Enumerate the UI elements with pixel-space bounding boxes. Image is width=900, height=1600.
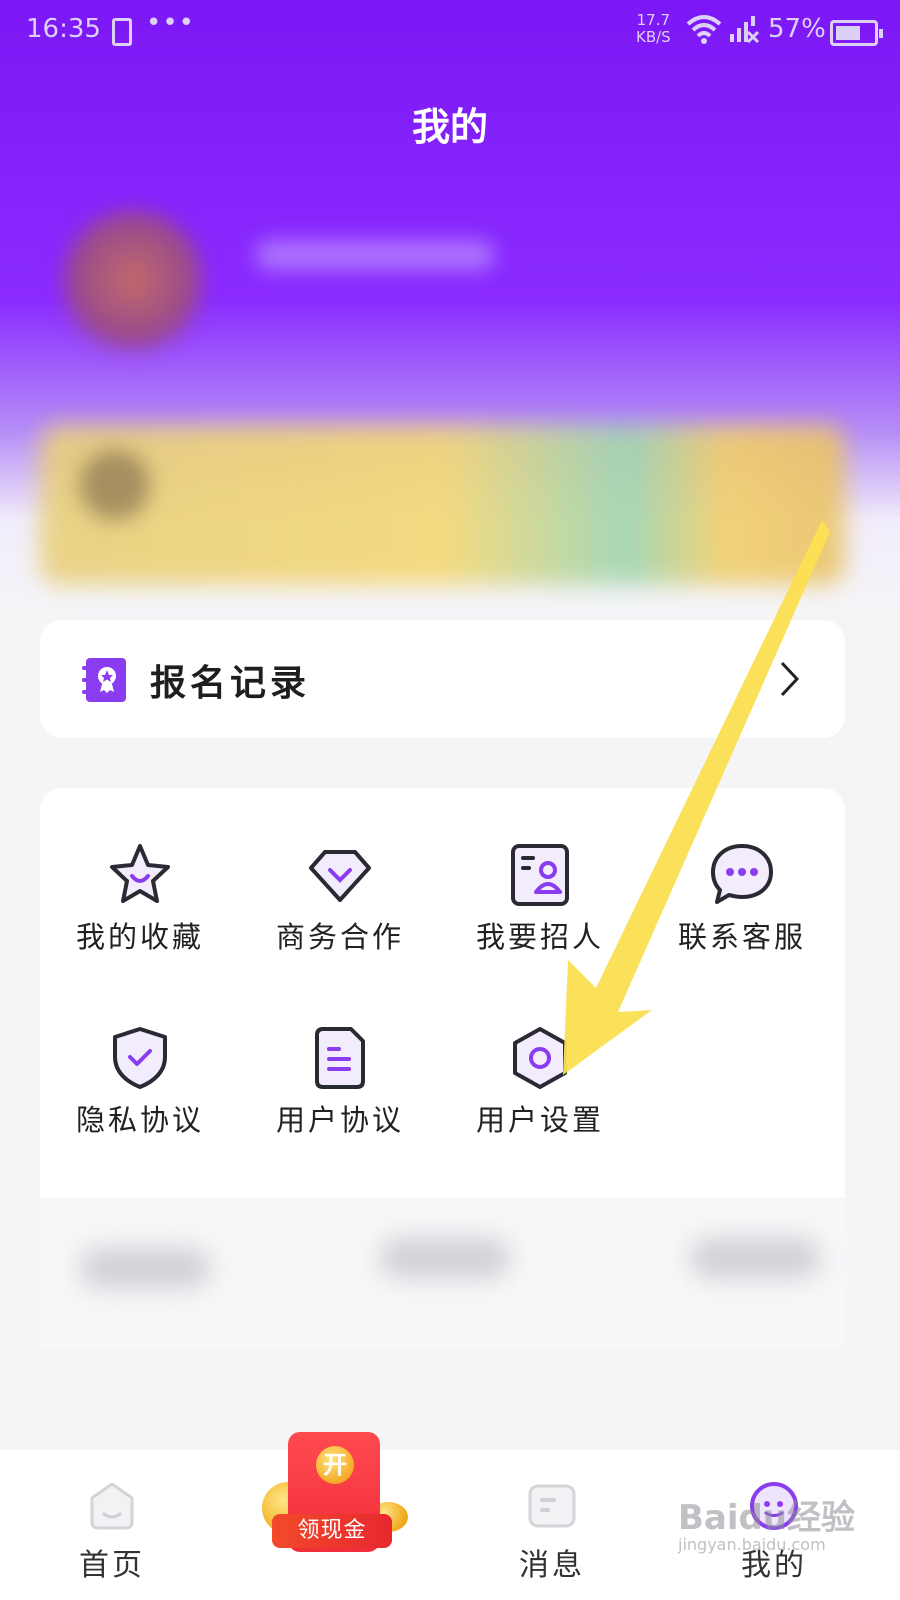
- menu-item-customer-service[interactable]: 联系客服: [652, 840, 832, 956]
- id-card-icon: [505, 840, 575, 910]
- network-speed: 17.7 KB/S: [636, 12, 671, 46]
- signal-no-service-icon: [730, 16, 760, 51]
- tab-label: 首页: [79, 1548, 145, 1583]
- promo-banner-blurred[interactable]: [40, 425, 845, 585]
- tab-home[interactable]: 首页: [52, 1480, 172, 1584]
- registration-record-row[interactable]: 报名记录: [40, 620, 845, 738]
- menu-item-label: 我要招人: [475, 920, 604, 954]
- menu-item-favorites[interactable]: 我的收藏: [50, 840, 230, 956]
- certificate-book-icon: [80, 656, 128, 708]
- avatar[interactable]: [58, 205, 208, 355]
- document-icon: [305, 1023, 375, 1093]
- vibrate-icon: [112, 18, 132, 46]
- menu-item-privacy[interactable]: 隐私协议: [50, 1023, 230, 1139]
- feature-grid: 我的收藏 商务合作 我要招人 联系客服 隐私协议 用户协议 用户设置: [40, 788, 845, 1198]
- menu-item-label: 隐私协议: [75, 1103, 204, 1137]
- tab-label: 消息: [519, 1548, 585, 1583]
- watermark-subtext: jingyan.baidu.com: [678, 1535, 826, 1554]
- settings-hexagon-icon: [505, 1023, 575, 1093]
- chevron-right-icon: [779, 660, 801, 702]
- open-badge: 开: [316, 1446, 354, 1484]
- message-icon: [492, 1480, 612, 1536]
- status-time: 16:35: [26, 14, 101, 44]
- watermark: Baidu经验 jingyan.baidu.com: [678, 1490, 888, 1554]
- menu-item-business[interactable]: 商务合作: [250, 840, 430, 956]
- diamond-icon: [305, 840, 375, 910]
- more-notifications-icon: •••: [146, 8, 196, 38]
- watermark-text: Baidu经验: [678, 1498, 856, 1538]
- network-speed-unit: KB/S: [636, 28, 671, 46]
- battery-percent: 57%: [768, 14, 826, 44]
- blurred-item: [380, 1238, 510, 1278]
- battery-icon: [830, 20, 883, 46]
- wifi-icon: [686, 14, 722, 51]
- home-icon: [52, 1480, 172, 1536]
- status-bar: 16:35 ••• 17.7 KB/S 57%: [0, 0, 900, 64]
- menu-item-label: 商务合作: [275, 920, 404, 954]
- menu-item-user-settings[interactable]: 用户设置: [450, 1023, 630, 1139]
- blurred-item: [80, 1248, 210, 1288]
- page-title: 我的: [411, 104, 488, 149]
- claim-cash-button[interactable]: 开 领现金: [262, 1430, 408, 1560]
- menu-item-user-agreement[interactable]: 用户协议: [250, 1023, 430, 1139]
- blurred-section: [40, 1198, 845, 1348]
- menu-item-label: 用户协议: [275, 1103, 404, 1137]
- blurred-item: [690, 1238, 820, 1278]
- shield-check-icon: [105, 1023, 175, 1093]
- registration-record-label: 报名记录: [150, 662, 311, 704]
- banner-icon-blurred: [80, 450, 150, 520]
- menu-item-label: 用户设置: [475, 1103, 604, 1137]
- chat-bubble-icon: [707, 840, 777, 910]
- menu-item-label: 我的收藏: [75, 920, 204, 954]
- profile-name-blurred: [255, 240, 495, 270]
- menu-item-hiring[interactable]: 我要招人: [450, 840, 630, 956]
- tab-messages[interactable]: 消息: [492, 1480, 612, 1584]
- network-speed-value: 17.7: [636, 11, 671, 29]
- star-icon: [105, 840, 175, 910]
- menu-item-label: 联系客服: [677, 920, 806, 954]
- claim-cash-label: 领现金: [272, 1514, 392, 1548]
